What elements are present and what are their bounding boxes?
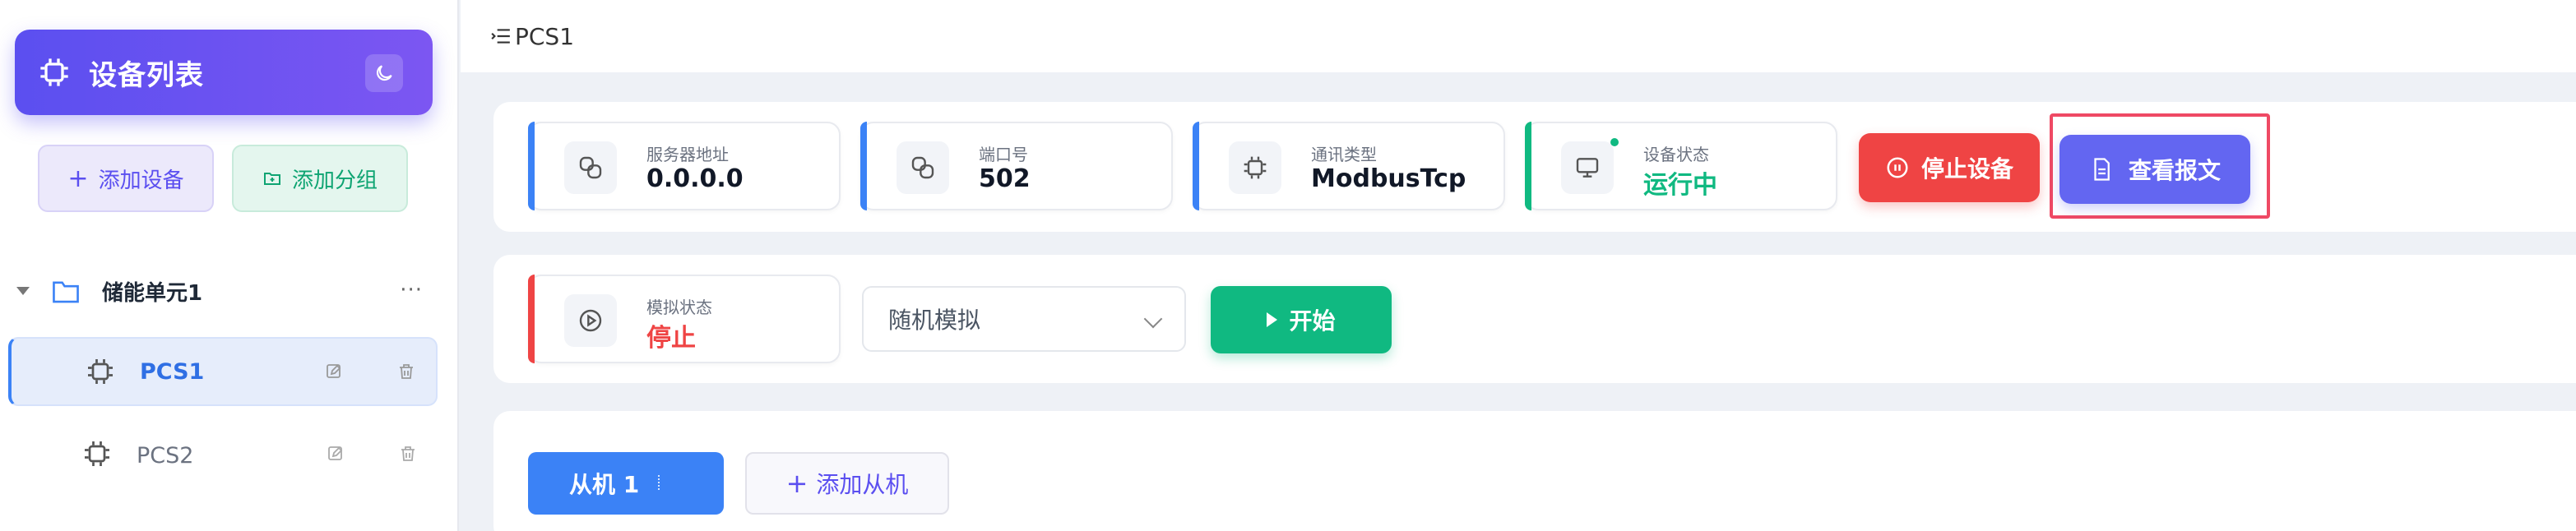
moon-icon <box>376 65 392 81</box>
play-circle-icon <box>579 309 602 332</box>
chip-icon <box>1244 156 1267 179</box>
card-value: ModbusTcp <box>1311 164 1466 193</box>
more-icon[interactable]: ··· <box>400 278 423 302</box>
start-label: 开始 <box>1289 307 1336 335</box>
card-value: 运行中 <box>1643 171 1717 200</box>
card-label: 端口号 <box>979 145 1028 164</box>
accent-bar <box>860 122 867 210</box>
chip-icon <box>88 359 113 384</box>
status-dot <box>1610 138 1619 146</box>
chevron-down-icon <box>1143 309 1163 329</box>
accent-bar <box>528 122 535 210</box>
document-icon <box>2094 158 2110 181</box>
plus-icon: + <box>785 468 808 499</box>
stop-device-label: 停止设备 <box>1920 155 2013 182</box>
server-address-card: 服务器地址 0.0.0.0 <box>528 122 841 210</box>
simulation-mode-select[interactable]: 随机模拟 <box>862 286 1186 352</box>
accent-bar <box>1525 122 1531 210</box>
link-icon-box <box>897 141 949 194</box>
add-device-label: 添加设备 <box>98 168 184 193</box>
sidebar: 设备列表 + 添加设备 添加分组 储能单元1 ··· PCS1 PCS2 <box>0 0 459 531</box>
add-device-button[interactable]: + 添加设备 <box>38 145 214 212</box>
plus-icon: + <box>67 164 89 193</box>
edit-icon[interactable] <box>324 362 344 381</box>
breadcrumb: PCS1 <box>515 22 575 50</box>
tab-label: 从机 1 <box>569 471 640 498</box>
monitor-icon-box <box>1561 141 1614 194</box>
start-button[interactable]: 开始 <box>1211 286 1392 353</box>
slaves-panel: 从机 1 + 添加从机 <box>493 411 2576 531</box>
sidebar-title: 设备列表 <box>89 58 204 92</box>
trash-icon[interactable] <box>396 362 416 381</box>
group-row[interactable]: 储能单元1 ··· <box>16 268 428 314</box>
view-messages-label: 查看报文 <box>2128 157 2221 184</box>
chip-icon <box>40 58 68 86</box>
group-name: 储能单元1 <box>102 280 203 306</box>
add-slave-label: 添加从机 <box>816 471 909 498</box>
stop-device-button[interactable]: 停止设备 <box>1859 133 2040 202</box>
play-icon-box <box>564 294 617 347</box>
add-group-button[interactable]: 添加分组 <box>232 145 408 212</box>
device-name: PCS1 <box>140 358 205 385</box>
device-item-pcs2[interactable]: PCS2 <box>8 421 438 490</box>
view-messages-button[interactable]: 查看报文 <box>2059 135 2250 204</box>
drag-handle-icon[interactable] <box>658 475 661 490</box>
sidebar-header: 设备列表 <box>15 30 433 115</box>
comm-type-card: 通讯类型 ModbusTcp <box>1193 122 1505 210</box>
accent-bar <box>528 275 535 363</box>
breadcrumb-bar: PCS1 <box>461 0 2576 72</box>
card-label: 通讯类型 <box>1311 145 1377 164</box>
card-value: 502 <box>979 164 1031 193</box>
select-value: 随机模拟 <box>888 307 981 334</box>
card-value: 0.0.0.0 <box>646 164 744 193</box>
pause-circle-icon <box>1887 157 1908 178</box>
card-label: 模拟状态 <box>646 298 712 317</box>
theme-toggle-button[interactable] <box>365 54 403 92</box>
edit-icon[interactable] <box>326 444 345 464</box>
folder-icon <box>53 281 79 303</box>
highlight-box: 查看报文 <box>2050 113 2270 219</box>
monitor-icon <box>1576 158 1599 178</box>
trash-icon[interactable] <box>398 444 418 464</box>
link-icon-box <box>564 141 617 194</box>
play-icon <box>1267 312 1278 327</box>
folder-plus-icon <box>263 173 280 185</box>
port-card: 端口号 502 <box>860 122 1173 210</box>
tab-slave-1[interactable]: 从机 1 <box>528 452 724 515</box>
card-value: 停止 <box>646 324 696 353</box>
device-info-panel: 服务器地址 0.0.0.0 端口号 502 通讯类型 ModbusTcp 设备状… <box>493 102 2576 232</box>
card-label: 设备状态 <box>1643 145 1709 164</box>
add-group-label: 添加分组 <box>291 168 378 193</box>
chip-icon <box>85 441 109 466</box>
device-name: PCS2 <box>137 442 194 469</box>
add-slave-button[interactable]: + 添加从机 <box>745 452 949 515</box>
collapse-menu-icon[interactable] <box>490 26 512 46</box>
link-icon <box>911 156 934 179</box>
accent-bar <box>1193 122 1199 210</box>
caret-down-icon[interactable] <box>16 287 30 295</box>
simulation-status-card: 模拟状态 停止 <box>528 275 841 363</box>
link-icon <box>579 156 602 179</box>
card-label: 服务器地址 <box>646 145 729 164</box>
device-item-pcs1[interactable]: PCS1 <box>8 337 438 406</box>
device-status-card: 设备状态 运行中 <box>1525 122 1837 210</box>
simulation-panel: 模拟状态 停止 随机模拟 开始 <box>493 255 2576 383</box>
chip-icon-box <box>1229 141 1281 194</box>
